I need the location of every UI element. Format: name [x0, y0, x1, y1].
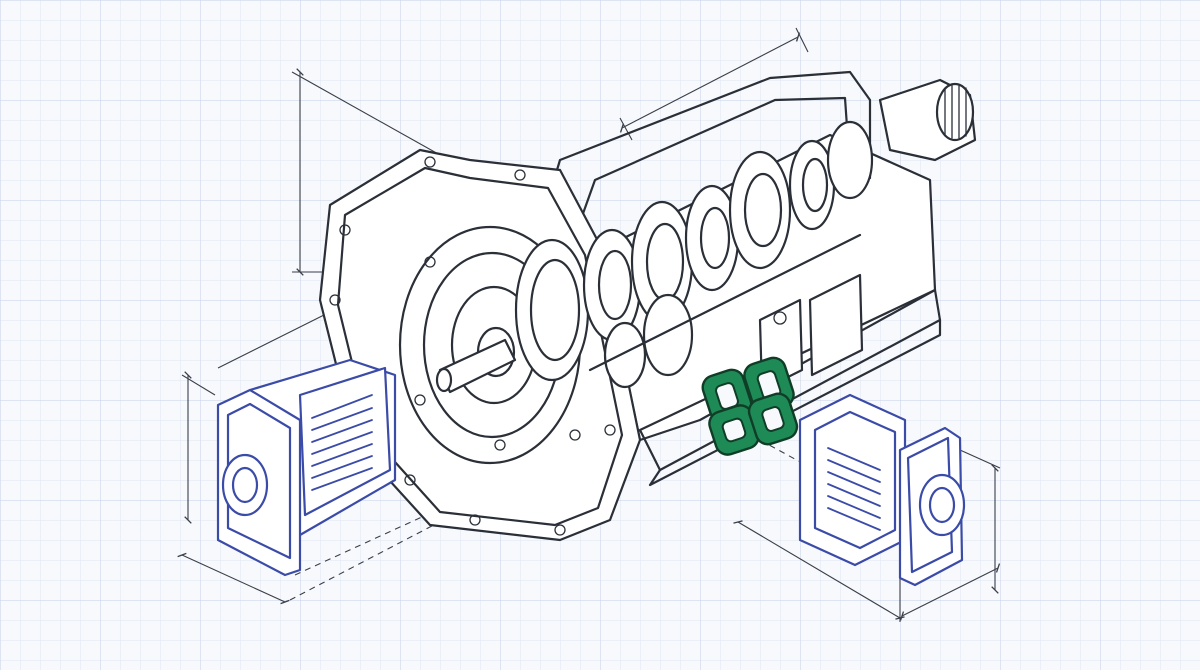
transmission-blueprint-drawing: [0, 0, 1200, 670]
